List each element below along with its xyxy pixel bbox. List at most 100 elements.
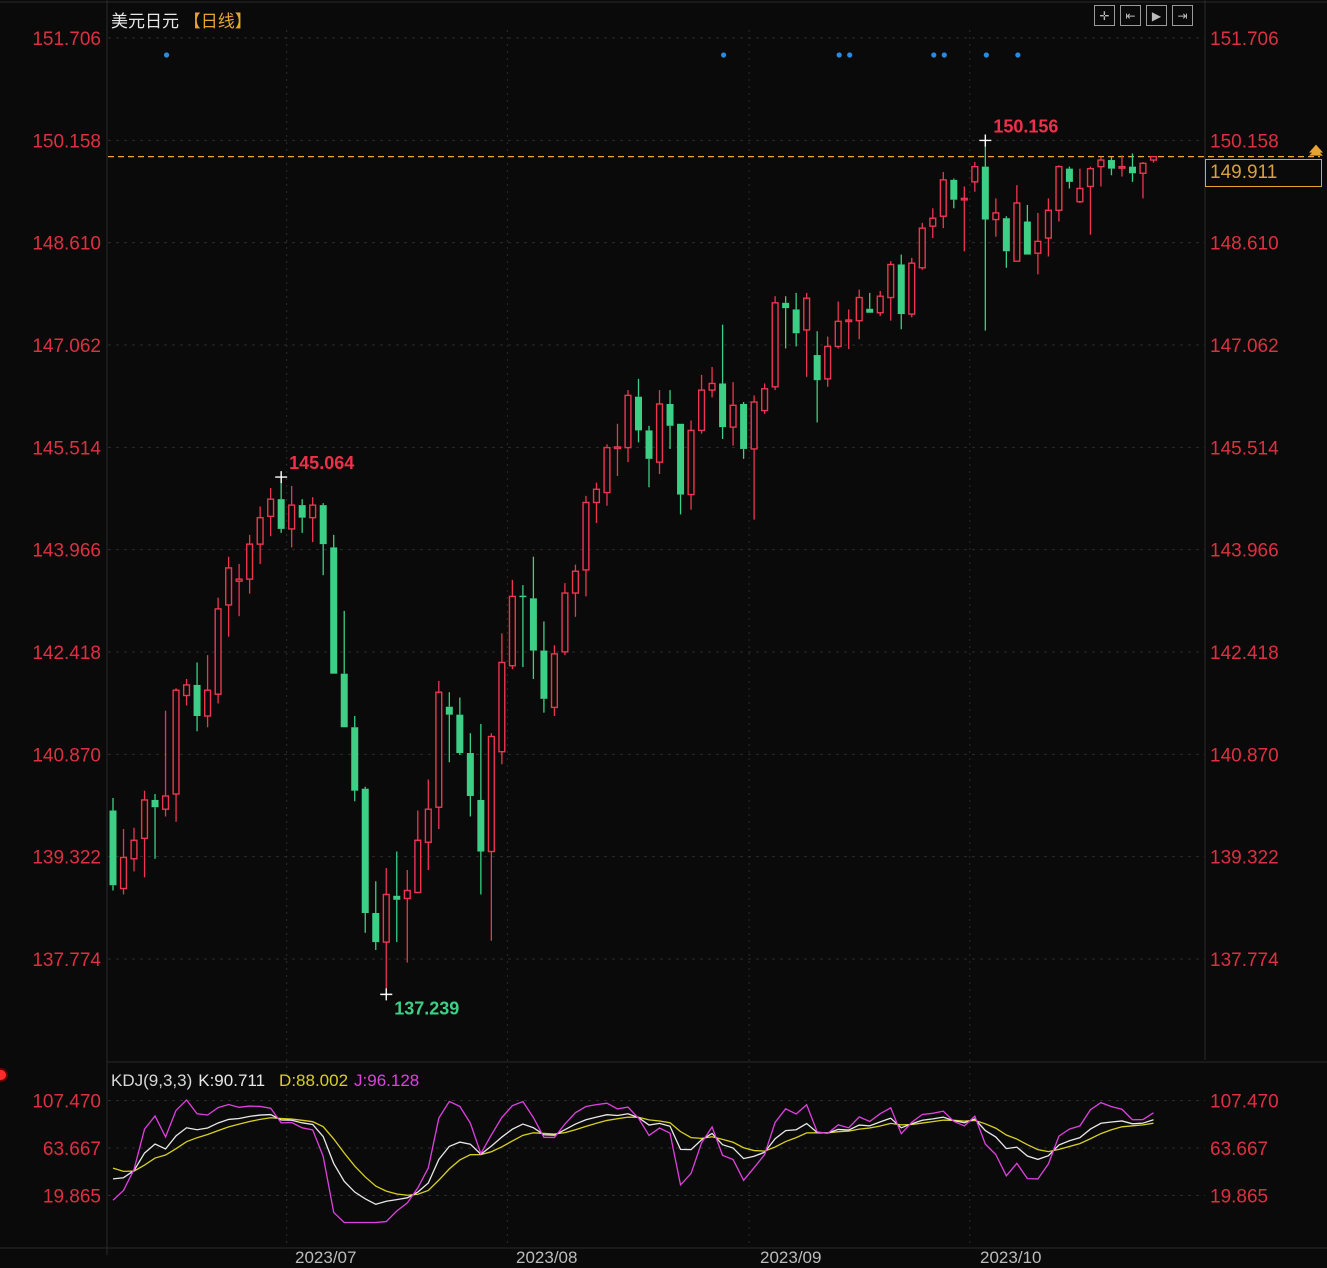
price-axis-label-right: 151.706 xyxy=(1210,29,1279,50)
kdj-legend: KDJ(9,3,3) K:90.711 D:88.002 J:96.128 xyxy=(111,1071,425,1091)
candle-body xyxy=(719,383,727,428)
candle xyxy=(834,301,842,349)
candlestick-chart[interactable]: 151.706 151.706 150.158 150.158 148.610 148.6… xyxy=(0,0,1327,1255)
candle xyxy=(803,292,811,377)
candle-body xyxy=(214,608,222,695)
candle xyxy=(309,497,317,543)
date-label: 2023/09 xyxy=(760,1248,822,1267)
candle-body xyxy=(834,320,842,348)
price-axis-label-left: 151.706 xyxy=(32,29,101,50)
candle xyxy=(235,563,243,617)
candle-body xyxy=(613,446,622,450)
candle-body xyxy=(519,595,527,598)
price-axis-label-left: 145.514 xyxy=(32,438,101,459)
chart-title: 美元日元 【日线】 xyxy=(111,7,252,32)
candle-body xyxy=(992,212,1000,221)
candle-body xyxy=(403,889,411,900)
candle xyxy=(655,390,664,475)
kdj-axis-label-right: 107.470 xyxy=(1210,1091,1279,1112)
candle xyxy=(267,487,275,537)
candle xyxy=(1149,155,1158,163)
candle xyxy=(1034,212,1042,275)
candle xyxy=(908,257,916,318)
crosshair-button[interactable]: ✛ xyxy=(1094,5,1115,26)
candle xyxy=(992,198,1000,237)
candle-body xyxy=(908,262,916,315)
play-button[interactable]: ▶ xyxy=(1146,5,1167,26)
candle-body xyxy=(677,423,685,495)
zoom-start-button[interactable]: ⇤ xyxy=(1120,5,1141,26)
candle-body xyxy=(424,808,432,843)
high-price-label: 150.156 xyxy=(993,116,1058,136)
candle xyxy=(203,655,212,728)
candle-body xyxy=(782,302,790,309)
price-axis-label-left: 148.610 xyxy=(32,234,101,255)
candle xyxy=(435,680,443,830)
candle xyxy=(288,485,296,548)
chart-toolbar: ✛ ⇤ ▶ ⇥ xyxy=(1094,5,1193,26)
candle xyxy=(592,482,601,523)
candle xyxy=(298,499,306,533)
kdj-name[interactable]: KDJ(9,3,3) xyxy=(111,1071,192,1090)
candle xyxy=(256,506,264,564)
date-label: 2023/10 xyxy=(980,1248,1042,1267)
candle-body xyxy=(697,389,706,432)
candle-body xyxy=(1107,160,1115,169)
candle-body xyxy=(130,839,138,860)
candle xyxy=(624,390,632,463)
candle xyxy=(1118,155,1126,177)
candle-body xyxy=(277,499,285,529)
candle-body xyxy=(603,446,611,494)
price-axis-label-left: 137.774 xyxy=(32,950,101,971)
candle-body xyxy=(855,296,863,322)
candle xyxy=(550,645,559,716)
candle xyxy=(466,733,474,817)
candle xyxy=(277,477,285,533)
price-axis-label-right: 143.966 xyxy=(1210,541,1279,562)
candle-body xyxy=(687,429,695,496)
candle-body xyxy=(456,714,464,754)
candle xyxy=(130,827,138,872)
price-axis-label-left: 140.870 xyxy=(32,745,101,766)
candle xyxy=(582,495,590,597)
price-axis-label-left: 139.322 xyxy=(32,848,101,869)
price-axis-label-left: 147.062 xyxy=(32,336,101,357)
price-axis-label-right: 147.062 xyxy=(1210,336,1279,357)
price-axis-label-left: 150.158 xyxy=(32,131,101,152)
event-marker xyxy=(163,52,170,58)
candle xyxy=(645,425,653,488)
period-label[interactable]: 【日线】 xyxy=(184,12,252,31)
candle xyxy=(225,556,233,637)
candle-body xyxy=(1118,165,1126,169)
candle-body xyxy=(740,403,748,449)
candle-body xyxy=(561,592,569,653)
jump-end-button[interactable]: ⇥ xyxy=(1172,5,1193,26)
price-axis-label-right: 145.514 xyxy=(1210,438,1279,459)
candle-body xyxy=(824,345,832,380)
date-label: 2023/08 xyxy=(516,1248,578,1267)
candle xyxy=(529,556,537,679)
price-arrow-icon xyxy=(1309,144,1323,156)
candle xyxy=(824,336,832,387)
candle-body xyxy=(351,727,359,791)
candle-body xyxy=(1023,221,1031,255)
candle xyxy=(708,366,716,398)
candle xyxy=(729,382,737,446)
candle xyxy=(761,383,769,414)
candle-body xyxy=(918,227,926,269)
candle-body xyxy=(529,598,537,651)
candle xyxy=(140,790,149,878)
price-axis-label-right: 137.774 xyxy=(1210,950,1279,971)
candle xyxy=(246,534,254,594)
candle xyxy=(1013,185,1021,262)
candle-body xyxy=(246,543,254,580)
candle-body xyxy=(361,788,369,913)
price-axis-label-right: 150.158 xyxy=(1210,131,1279,152)
date-label: 2023/07 xyxy=(295,1248,357,1267)
event-marker xyxy=(720,52,727,58)
candle-body xyxy=(140,799,149,839)
candle-body xyxy=(897,264,905,315)
candle xyxy=(172,688,180,822)
kdj-axis-label-right: 63.667 xyxy=(1210,1139,1268,1160)
price-axis-label-left: 142.418 xyxy=(32,643,101,664)
